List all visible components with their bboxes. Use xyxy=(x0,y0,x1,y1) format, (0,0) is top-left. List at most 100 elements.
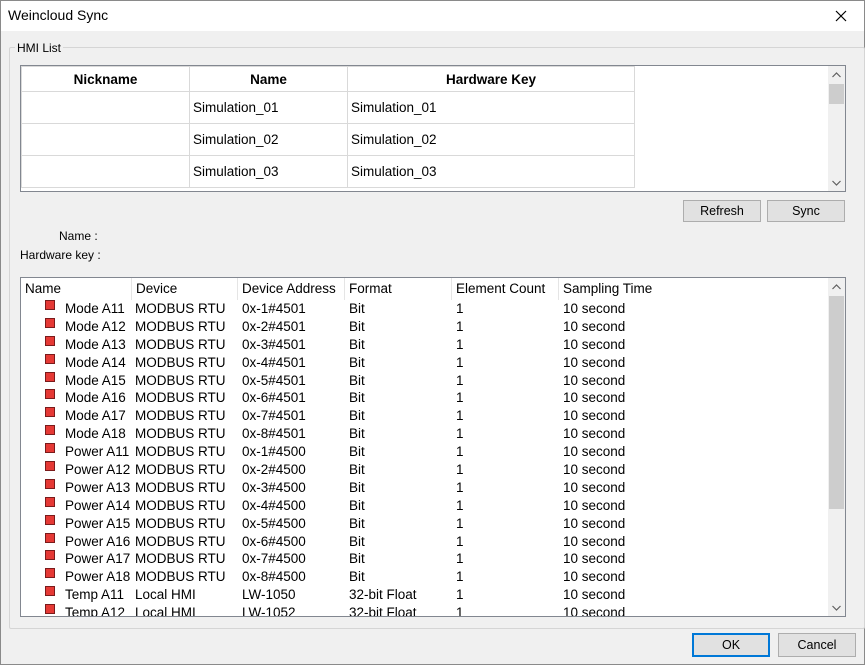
refresh-button[interactable]: Refresh xyxy=(683,200,761,222)
scroll-thumb[interactable] xyxy=(829,296,844,509)
tag-row[interactable]: Mode A18 MODBUS RTU 0x-8#4501 Bit 1 10 second xyxy=(21,425,829,443)
hmi-cell-name[interactable]: Simulation_01 xyxy=(189,91,348,124)
tag-cell-sampling-time: 10 second xyxy=(563,426,626,442)
hmi-cell-name[interactable]: Simulation_03 xyxy=(189,155,348,188)
tag-row[interactable]: Power A15 MODBUS RTU 0x-5#4500 Bit 1 10 secon… xyxy=(21,514,829,533)
tag-row[interactable]: Mode A15 MODBUS RTU 0x-5#4501 Bit 1 10 second xyxy=(21,371,829,390)
hmi-cell-name[interactable]: Simulation_02 xyxy=(189,123,348,156)
tag-row[interactable]: Mode A12 MODBUS RTU 0x-2#4501 Bit 1 10 second xyxy=(21,317,829,336)
red-square-icon xyxy=(45,300,55,310)
tag-cell-name: Power A14 xyxy=(65,497,131,513)
tag-row[interactable]: Power A18 MODBUS RTU 0x-8#4500 Bit 1 10 secon… xyxy=(21,568,829,586)
tag-cell-device: MODBUS RTU xyxy=(135,533,226,549)
tag-table-scrollbar[interactable] xyxy=(828,278,845,616)
tag-cell-format: Bit xyxy=(349,318,365,334)
tag-cell-address: 0x-3#4500 xyxy=(242,479,306,495)
sync-button[interactable]: Sync xyxy=(767,200,845,222)
hmi-row[interactable]: Simulation_03 Simulation_03 xyxy=(21,155,635,188)
hmi-row[interactable]: Simulation_02 Simulation_02 xyxy=(21,123,635,156)
tag-cell-address: 0x-5#4501 xyxy=(242,372,306,388)
col-device-header[interactable]: Device xyxy=(132,278,238,300)
red-square-icon xyxy=(45,461,55,472)
col-device-address-header[interactable]: Device Address xyxy=(238,278,345,300)
chevron-down-icon xyxy=(832,605,841,611)
hmi-cell-hardware-key[interactable]: Simulation_01 xyxy=(347,91,635,124)
scroll-up-button[interactable] xyxy=(828,278,845,295)
tag-cell-name: Mode A18 xyxy=(65,426,126,442)
hmi-cell-nickname[interactable] xyxy=(21,123,190,156)
red-square-icon xyxy=(45,532,55,543)
tag-cell-name: Temp A11 xyxy=(65,587,125,603)
tag-cell-address: 0x-4#4500 xyxy=(242,497,306,513)
close-button[interactable] xyxy=(818,1,864,31)
tag-row[interactable]: Mode A14 MODBUS RTU 0x-4#4501 Bit 1 10 second xyxy=(21,353,829,372)
scroll-up-button[interactable] xyxy=(828,66,845,83)
col-name-header[interactable]: Name xyxy=(21,278,132,300)
scroll-thumb[interactable] xyxy=(829,84,844,104)
tag-row[interactable]: Temp A12 Local HMI LW-1052 32-bit Float 1 10 … xyxy=(21,604,829,617)
tag-cell-sampling-time: 10 second xyxy=(563,444,626,460)
tag-row[interactable]: Temp A11 Local HMI LW-1050 32-bit Float 1 10 … xyxy=(21,586,829,604)
red-square-icon xyxy=(45,478,55,489)
tag-row[interactable]: Power A13 MODBUS RTU 0x-3#4500 Bit 1 10 secon… xyxy=(21,478,829,497)
tag-row[interactable]: Mode A16 MODBUS RTU 0x-6#4501 Bit 1 10 second xyxy=(21,389,829,407)
tag-cell-element-count: 1 xyxy=(456,605,464,617)
tag-cell-element-count: 1 xyxy=(456,390,464,406)
tag-cell-format: Bit xyxy=(349,533,365,549)
title-bar: Weincloud Sync xyxy=(1,1,864,31)
tag-row[interactable]: Mode A17 MODBUS RTU 0x-7#4501 Bit 1 10 second xyxy=(21,407,829,425)
tag-cell-name: Power A15 xyxy=(65,515,131,531)
tag-cell-device: MODBUS RTU xyxy=(135,390,226,406)
tag-cell-format: 32-bit Float xyxy=(349,605,417,617)
col-element-count-header[interactable]: Element Count xyxy=(452,278,559,300)
scroll-down-button[interactable] xyxy=(828,599,845,616)
tag-cell-format: Bit xyxy=(349,497,365,513)
red-square-icon xyxy=(45,389,55,400)
tag-row[interactable]: Power A16 MODBUS RTU 0x-6#4500 Bit 1 10 secon… xyxy=(21,532,829,551)
scroll-down-button[interactable] xyxy=(828,174,845,191)
tag-cell-device: Local HMI xyxy=(135,587,196,603)
tag-cell-element-count: 1 xyxy=(456,318,464,334)
tag-cell-address: 0x-6#4501 xyxy=(242,390,306,406)
tag-cell-format: Bit xyxy=(349,354,365,370)
tag-cell-element-count: 1 xyxy=(456,372,464,388)
hmi-cell-hardware-key[interactable]: Simulation_02 xyxy=(347,123,635,156)
hmi-cell-hardware-key[interactable]: Simulation_03 xyxy=(347,155,635,188)
tag-cell-name: Mode A14 xyxy=(65,354,126,370)
tag-cell-sampling-time: 10 second xyxy=(563,336,626,352)
col-nickname-header[interactable]: Nickname xyxy=(21,66,190,92)
name-label: Name : xyxy=(59,229,98,243)
tag-row[interactable]: Power A17 MODBUS RTU 0x-7#4500 Bit 1 10 secon… xyxy=(21,550,829,568)
tag-cell-address: 0x-2#4501 xyxy=(242,318,306,334)
tag-cell-format: Bit xyxy=(349,336,365,352)
hmi-header-row: Nickname Name Hardware Key xyxy=(21,66,635,92)
col-hardware-key-header[interactable]: Hardware Key xyxy=(347,66,635,92)
col-sampling-time-header[interactable]: Sampling Time xyxy=(559,278,669,300)
tag-row[interactable]: Power A11 MODBUS RTU 0x-1#4500 Bit 1 10 secon… xyxy=(21,443,829,461)
hmi-table-scrollbar[interactable] xyxy=(828,66,845,191)
chevron-down-icon xyxy=(832,180,841,186)
tag-cell-address: 0x-6#4500 xyxy=(242,533,306,549)
hmi-cell-nickname[interactable] xyxy=(21,155,190,188)
hmi-row[interactable]: Simulation_01 Simulation_01 xyxy=(21,91,635,124)
cancel-button[interactable]: Cancel xyxy=(778,633,856,657)
tag-cell-address: 0x-1#4501 xyxy=(242,301,306,316)
tag-cell-format: Bit xyxy=(349,408,365,424)
tag-row[interactable]: Power A12 MODBUS RTU 0x-2#4500 Bit 1 10 secon… xyxy=(21,461,829,479)
tag-cell-name: Mode A12 xyxy=(65,318,126,334)
tag-cell-format: Bit xyxy=(349,372,365,388)
tag-cell-sampling-time: 10 second xyxy=(563,497,626,513)
tag-cell-device: MODBUS RTU xyxy=(135,462,226,478)
tag-row[interactable]: Power A14 MODBUS RTU 0x-4#4500 Bit 1 10 secon… xyxy=(21,496,829,515)
tag-row[interactable]: Mode A13 MODBUS RTU 0x-3#4501 Bit 1 10 second xyxy=(21,335,829,354)
red-square-icon xyxy=(45,353,55,364)
hmi-cell-nickname[interactable] xyxy=(21,91,190,124)
tag-cell-name: Mode A17 xyxy=(65,408,126,424)
tag-cell-address: LW-1052 xyxy=(242,605,296,617)
ok-button[interactable]: OK xyxy=(692,633,770,657)
tag-cell-address: 0x-8#4500 xyxy=(242,569,306,585)
col-name-header[interactable]: Name xyxy=(189,66,348,92)
hardware-key-label: Hardware key : xyxy=(20,248,101,262)
tag-row[interactable]: Mode A11 MODBUS RTU 0x-1#4501 Bit 1 10 second xyxy=(21,300,829,318)
col-format-header[interactable]: Format xyxy=(345,278,452,300)
